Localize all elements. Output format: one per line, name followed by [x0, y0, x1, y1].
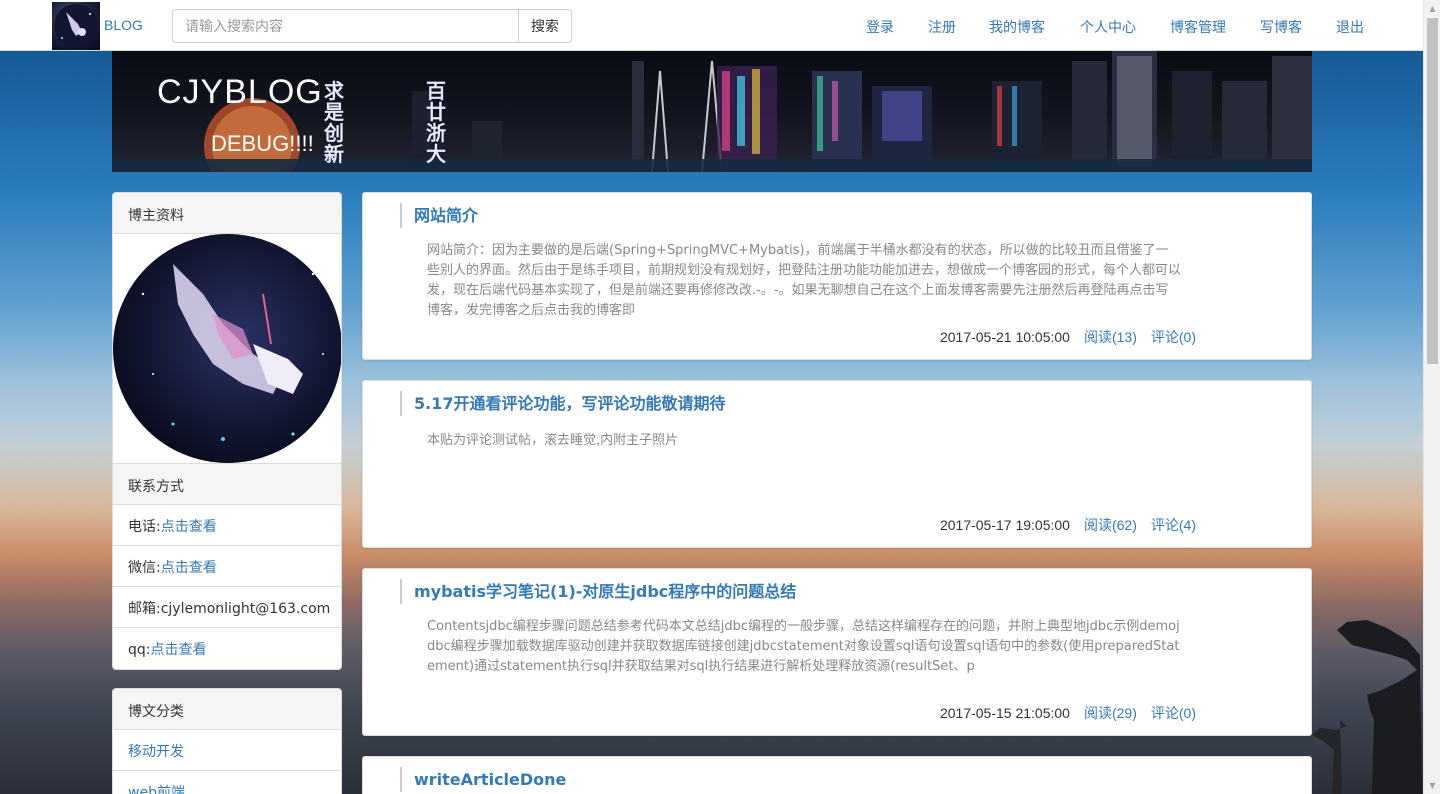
contact-wechat-link[interactable]: 点击查看: [161, 560, 217, 576]
search-input[interactable]: [172, 9, 520, 43]
search-button[interactable]: 搜索: [518, 9, 572, 43]
post-title[interactable]: 5.17开通看评论功能，写评论功能敬请期待: [400, 391, 725, 416]
post-meta: 2017-05-21 10:05:00 阅读(13) 评论(0): [940, 327, 1196, 347]
post-read-count[interactable]: 阅读(62): [1084, 517, 1137, 533]
site-logo[interactable]: [52, 2, 100, 50]
banner-subtitle: DEBUG!!!!: [211, 131, 314, 156]
post-date: 2017-05-21 10:05:00: [939, 329, 1070, 345]
post-card: 5.17开通看评论功能，写评论功能敬请期待 本贴为评论测试帖，滚去睡觉,内附主子…: [362, 380, 1312, 548]
post-comment-count[interactable]: 评论(0): [1151, 705, 1196, 721]
tree-silhouette-decoration: [1312, 620, 1422, 794]
banner-vertical-text-2: 百廿浙大: [426, 79, 446, 166]
contact-wechat: 微信:点击查看: [113, 546, 341, 587]
header-banner: CJYBLOG DEBUG!!!! 求是创新 百廿浙大: [112, 51, 1312, 172]
brand-link[interactable]: BLOG: [104, 17, 143, 33]
avatar-illustration: [141, 264, 324, 441]
post-comment-count[interactable]: 评论(0): [1151, 329, 1196, 345]
contact-qq-link[interactable]: 点击查看: [151, 642, 207, 658]
contact-phone-label: 电话:: [128, 519, 161, 535]
post-title[interactable]: mybatis学习笔记(1)-对原生jdbc程序中的问题总结: [400, 579, 796, 604]
nav-personal-center[interactable]: 个人中心: [1080, 17, 1136, 37]
contact-qq: qq:点击查看: [113, 628, 341, 669]
post-summary: 网站简介：因为主要做的是后端(Spring+SpringMVC+Mybatis)…: [427, 243, 1182, 318]
contact-heading: 联系方式: [113, 464, 341, 505]
scroll-down-arrow-icon[interactable]: ▼: [1424, 777, 1440, 794]
avatar: [113, 234, 341, 463]
profile-panel: 博主资料 联系方式 电话:点击查看 微信:点击查看 邮箱:cjylemonlig…: [112, 192, 342, 670]
contact-email: 邮箱:cjylemonlight@163.com: [113, 587, 341, 628]
nav-write-blog[interactable]: 写博客: [1260, 17, 1302, 37]
post-title[interactable]: 网站简介: [400, 203, 478, 228]
category-item[interactable]: web前端: [113, 771, 341, 794]
contact-email-label: 邮箱:: [128, 601, 161, 617]
nav-logout[interactable]: 退出: [1336, 17, 1364, 37]
post-summary: 本贴为评论测试帖，滚去睡觉,内附主子照片: [427, 433, 679, 448]
post-meta: 2017-05-15 21:05:00 阅读(29) 评论(0): [940, 703, 1196, 723]
category-panel: 博文分类 移动开发 web前端: [112, 688, 342, 794]
post-meta: 2017-05-17 19:05:00 阅读(62) 评论(4): [940, 515, 1196, 535]
banner-title: CJYBLOG: [157, 73, 323, 111]
post-read-count[interactable]: 阅读(29): [1084, 705, 1137, 721]
scroll-thumb[interactable]: [1427, 18, 1438, 364]
contact-qq-label: qq:: [128, 642, 151, 658]
nav-login[interactable]: 登录: [866, 17, 894, 37]
post-card: mybatis学习笔记(1)-对原生jdbc程序中的问题总结 Contentsj…: [362, 568, 1312, 736]
contact-wechat-label: 微信:: [128, 560, 161, 576]
contact-email-value: cjylemonlight@163.com: [160, 601, 331, 617]
post-title[interactable]: writeArticleDone: [400, 767, 566, 792]
category-heading: 博文分类: [113, 689, 341, 730]
post-comment-count[interactable]: 评论(4): [1151, 517, 1196, 533]
post-date: 2017-05-17 19:05:00: [939, 517, 1070, 533]
logo-figure-icon: [54, 4, 98, 48]
nav-register[interactable]: 注册: [928, 17, 956, 37]
post-card: writeArticleDone: [362, 756, 1312, 794]
post-read-count[interactable]: 阅读(13): [1084, 329, 1137, 345]
post-card: 网站简介 网站简介：因为主要做的是后端(Spring+SpringMVC+Myb…: [362, 192, 1312, 360]
category-item[interactable]: 移动开发: [113, 730, 341, 771]
nav-my-blog[interactable]: 我的博客: [989, 17, 1045, 37]
post-summary: Contentsjdbc编程步骤问题总结参考代码本文总结jdbc编程的一般步骤，…: [427, 619, 1180, 674]
post-date: 2017-05-15 21:05:00: [939, 705, 1070, 721]
contact-phone: 电话:点击查看: [113, 505, 341, 546]
category-link[interactable]: web前端: [128, 785, 185, 794]
banner-vertical-text-1: 求是创新: [324, 79, 344, 166]
top-navbar: BLOG 搜索 登录 注册 我的博客 个人中心 博客管理 写博客 退出: [0, 0, 1423, 51]
nav-blog-manage[interactable]: 博客管理: [1170, 17, 1226, 37]
page-scrollbar[interactable]: ▲ ▼: [1423, 0, 1440, 794]
category-link[interactable]: 移动开发: [128, 744, 184, 760]
profile-heading: 博主资料: [113, 193, 341, 234]
contact-phone-link[interactable]: 点击查看: [161, 519, 217, 535]
avatar-container: [113, 234, 341, 464]
scroll-up-arrow-icon[interactable]: ▲: [1424, 0, 1440, 17]
